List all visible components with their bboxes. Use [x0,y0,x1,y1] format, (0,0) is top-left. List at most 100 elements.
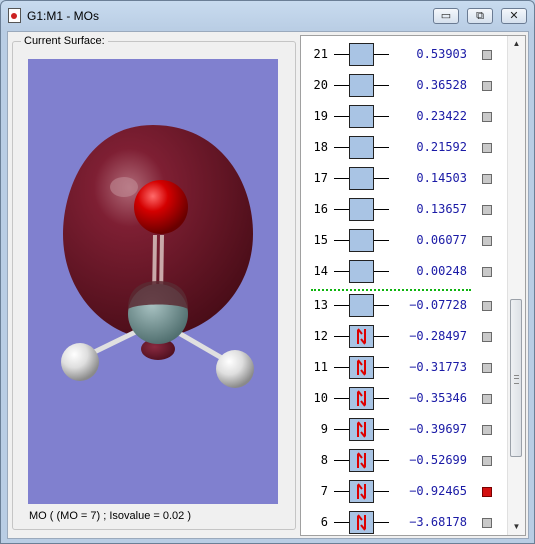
mo-energy: 0.06077 [416,233,467,247]
mo-energy: 0.13657 [416,202,467,216]
mo-row[interactable]: 17 0.14503 [301,163,506,194]
orbital-level-box[interactable] [349,356,374,379]
spin-paired-electrons-icon [357,390,366,407]
mo-number: 17 [313,171,328,185]
mo-row[interactable]: 21 0.53903 [301,39,506,70]
orbital-select-box[interactable] [482,518,492,528]
mo-row[interactable]: 12 −0.28497 [301,321,506,352]
molecule-render-view[interactable] [28,59,278,504]
level-line-left [334,429,349,430]
mo-list-scrollbar[interactable]: ▲ ▼ [507,36,525,535]
orbital-select-box[interactable] [482,425,492,435]
orbital-select-box[interactable] [482,81,492,91]
close-icon: ✕ [509,10,519,22]
orbital-select-box[interactable] [482,112,492,122]
restore-button[interactable]: ⧉ [467,8,493,24]
mo-energy: 0.00248 [416,264,467,278]
mo-row[interactable]: 10 −0.35346 [301,383,506,414]
level-line-left [334,336,349,337]
orbital-level-box[interactable] [349,480,374,503]
scrollbar-thumb[interactable] [510,299,522,457]
mo-energy-list[interactable]: 21 0.53903 20 0.36528 19 0.23422 18 0.21592 17 0.… [300,35,526,536]
mo-energy: −3.68178 [409,515,467,529]
mo-energy: −0.28497 [409,329,467,343]
orbital-select-box[interactable] [482,363,492,373]
orbital-level-box[interactable] [349,418,374,441]
level-line-left [334,305,349,306]
orbital-level-box[interactable] [349,229,374,252]
minimize-button[interactable]: ▭ [433,8,459,24]
mo-row[interactable]: 14 0.00248 [301,256,506,287]
orbital-select-box[interactable] [482,332,492,342]
mo-row[interactable]: 11 −0.31773 [301,352,506,383]
chevron-down-icon[interactable]: ▼ [508,519,525,535]
hydrogen-atom-left [61,343,99,381]
orbital-select-box[interactable] [482,50,492,60]
orbital-level-box[interactable] [349,136,374,159]
orbital-select-box[interactable] [482,205,492,215]
mo-row[interactable]: 16 0.13657 [301,194,506,225]
mo-energy: −0.92465 [409,484,467,498]
orbital-select-box[interactable] [482,174,492,184]
orbital-level-box[interactable] [349,167,374,190]
mo-number: 20 [313,78,328,92]
orbital-level-box[interactable] [349,74,374,97]
orbital-select-box[interactable] [482,236,492,246]
mo-energy: −0.07728 [409,298,467,312]
spin-paired-electrons-icon [357,359,366,376]
mo-row[interactable]: 8 −0.52699 [301,445,506,476]
orbital-level-box[interactable] [349,511,374,534]
level-line-left [334,367,349,368]
mo-row[interactable]: 6 −3.68178 [301,507,506,535]
level-line-left [334,522,349,523]
hydrogen-atom-right [216,350,254,388]
mo-energy: 0.14503 [416,171,467,185]
close-button[interactable]: ✕ [501,8,527,24]
orbital-level-box[interactable] [349,105,374,128]
selected-orbital-indicator[interactable] [482,487,492,497]
mo-number: 15 [313,233,328,247]
orbital-level-box[interactable] [349,325,374,348]
level-line-left [334,209,349,210]
mo-row[interactable]: 15 0.06077 [301,225,506,256]
mo-row[interactable]: 13 −0.07728 [301,290,506,321]
orbital-level-box[interactable] [349,43,374,66]
level-line-left [334,491,349,492]
spin-paired-electrons-icon [357,452,366,469]
mo-number: 19 [313,109,328,123]
mo-number: 6 [320,515,328,529]
spin-paired-electrons-icon [357,421,366,438]
chevron-up-icon[interactable]: ▲ [508,36,525,52]
orbital-select-box[interactable] [482,456,492,466]
mo-energy: −0.35346 [409,391,467,405]
level-line-left [334,460,349,461]
app-icon [8,8,21,23]
level-line-left [334,147,349,148]
orbital-select-box[interactable] [482,301,492,311]
orbital-level-box[interactable] [349,260,374,283]
title-bar[interactable]: G1:M1 - MOs ▭ ⧉ ✕ [1,1,534,31]
orbital-level-box[interactable] [349,449,374,472]
surface-status: MO ( (MO = 7) ; Isovalue = 0.02 ) [29,510,191,522]
mo-row[interactable]: 18 0.21592 [301,132,506,163]
level-line-left [334,240,349,241]
mo-row[interactable]: 19 0.23422 [301,101,506,132]
mo-number: 12 [313,329,328,343]
spin-paired-electrons-icon [357,328,366,345]
mo-row[interactable]: 20 0.36528 [301,70,506,101]
mo-number: 14 [313,264,328,278]
orbital-level-box[interactable] [349,387,374,410]
orbital-level-box[interactable] [349,294,374,317]
mo-number: 21 [313,47,328,61]
orbital-select-box[interactable] [482,267,492,277]
mo-row[interactable]: 7 −0.92465 [301,476,506,507]
level-line-left [334,398,349,399]
orbital-select-box[interactable] [482,143,492,153]
level-line-left [334,54,349,55]
mo-number: 10 [313,391,328,405]
mo-row[interactable]: 9 −0.39697 [301,414,506,445]
orbital-level-box[interactable] [349,198,374,221]
minimize-icon: ▭ [440,10,452,22]
mo-number: 13 [313,298,328,312]
orbital-select-box[interactable] [482,394,492,404]
